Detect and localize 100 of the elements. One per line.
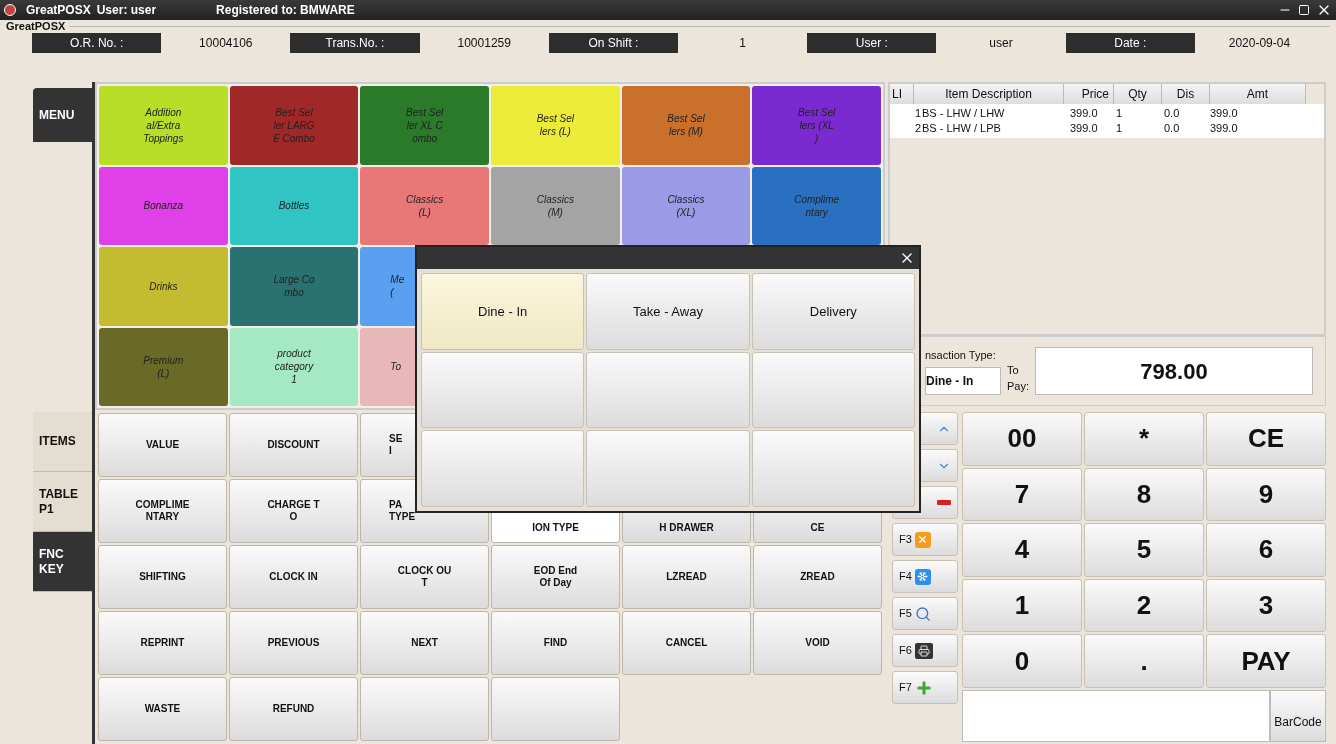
info-value: 2020-09-04 [1227, 35, 1292, 52]
column-header: LI [890, 84, 914, 104]
function-key[interactable]: LZREAD [622, 545, 751, 609]
table-cell-text: 0.0 [1163, 106, 1181, 122]
info-label: User : [807, 33, 937, 53]
table-cell-text: 0.0 [1163, 121, 1181, 137]
table-cell-text: 1 [913, 106, 922, 122]
keypad-key[interactable]: 00 [962, 412, 1082, 466]
function-key[interactable]: COMPLIME NTARY [98, 479, 227, 543]
function-key[interactable]: CHARGE T O [229, 479, 358, 543]
snowflake-icon [914, 568, 931, 585]
table-cell-text: 2 [913, 121, 922, 137]
keypad-key[interactable]: 5 [1084, 523, 1204, 577]
side-tab[interactable]: ITEMS [33, 412, 92, 472]
transaction-type-field: Dine - In [925, 366, 1001, 395]
info-value: user [988, 35, 1014, 52]
function-shortcut-button[interactable]: F3 [892, 523, 958, 556]
side-tab[interactable]: TABLE P1 [33, 472, 92, 532]
function-key[interactable]: EOD End Of Day [491, 545, 620, 609]
keypad-key[interactable]: 8 [1084, 467, 1204, 522]
category-button[interactable]: Classics (M) [491, 166, 620, 245]
total-display: 798.00 [1035, 347, 1313, 395]
column-header: Qty [1114, 84, 1162, 104]
function-key[interactable] [491, 677, 620, 741]
minus-icon [937, 500, 951, 505]
keypad-key[interactable]: * [1084, 412, 1204, 466]
category-button[interactable]: Bonanza [99, 166, 228, 245]
category-button[interactable]: Classics (L) [360, 166, 489, 245]
function-shortcut-button[interactable]: F5 [892, 597, 958, 630]
keypad-key[interactable]: 6 [1206, 523, 1326, 577]
keypad-key[interactable]: 9 [1206, 467, 1326, 522]
category-button[interactable]: product category 1 [229, 327, 359, 406]
category-button[interactable]: Drinks [99, 247, 228, 326]
order-type-option[interactable] [421, 430, 585, 507]
function-key[interactable]: DISCOUNT [229, 413, 358, 477]
order-type-option[interactable]: Take - Away [586, 273, 750, 350]
table-cell-text: 1 [1115, 121, 1124, 137]
keypad-key[interactable]: 0 [962, 634, 1082, 688]
info-value: 10001259 [456, 35, 512, 52]
table-cell-text: BS - LHW / LHW [922, 106, 1006, 122]
info-value: 10004106 [198, 35, 254, 52]
info-value: 1 [738, 35, 747, 52]
side-tab[interactable]: MENU [33, 88, 92, 142]
category-button[interactable]: Best Sel lers (L) [491, 86, 620, 165]
function-key[interactable]: REFUND [229, 677, 358, 741]
order-type-option[interactable]: Delivery [751, 273, 915, 350]
transaction-type-label: nsaction Type: [925, 348, 997, 364]
keypad-key[interactable]: 4 [962, 523, 1082, 577]
function-key[interactable]: PREVIOUS [229, 611, 358, 675]
order-type-option[interactable]: Dine - In [421, 273, 585, 350]
keypad-key[interactable]: 2 [1084, 578, 1204, 633]
search-icon [914, 605, 931, 622]
info-label: Date : [1065, 33, 1195, 53]
window-title: GreatPOSX [26, 2, 91, 19]
order-type-option[interactable] [421, 351, 585, 429]
keypad-key[interactable]: PAY [1206, 634, 1326, 688]
column-header: Amt [1210, 84, 1306, 104]
to-pay-label: To Pay: [1007, 363, 1029, 394]
registration-text: Registered to: BMWARE [216, 2, 355, 19]
table-cell-text: 399.0 [1069, 121, 1099, 137]
order-type-option[interactable] [586, 430, 750, 507]
barcode-button[interactable]: BarCode [1270, 690, 1326, 742]
category-button[interactable]: Bottles [229, 166, 359, 245]
cancel-icon [914, 531, 931, 548]
function-key[interactable]: CLOCK IN [229, 545, 358, 609]
function-key[interactable]: ZREAD [753, 545, 882, 609]
table-cell-text: 399.0 [1210, 121, 1239, 137]
function-key[interactable]: VALUE [98, 413, 227, 477]
function-shortcut-button[interactable]: F4 [892, 560, 958, 593]
column-header: Price [1064, 84, 1114, 104]
table-cell-text: 399.0 [1210, 106, 1239, 122]
function-shortcut-button[interactable]: F7 [892, 671, 958, 704]
table-cell-text: 399.0 [1069, 106, 1099, 122]
group-label: GreatPOSX [6, 20, 66, 32]
keypad-key[interactable]: . [1084, 634, 1204, 688]
maximize-icon[interactable] [1298, 4, 1310, 16]
keypad-key[interactable]: 7 [962, 467, 1082, 522]
order-type-option[interactable] [586, 351, 750, 429]
function-key[interactable]: CLOCK OU T [360, 545, 489, 609]
keypad-key[interactable]: 3 [1206, 578, 1326, 633]
info-label: O.R. No. : [32, 33, 162, 53]
plus-icon [914, 678, 933, 697]
category-button[interactable]: Best Sel lers (M) [621, 86, 751, 165]
function-key[interactable]: WASTE [98, 677, 227, 741]
keypad-key[interactable]: CE [1206, 412, 1326, 466]
function-shortcut-button[interactable]: F6 [892, 634, 958, 667]
barcode-field[interactable] [962, 690, 1270, 742]
side-tab[interactable]: FNC KEY [33, 532, 92, 592]
keypad-key[interactable]: 1 [962, 578, 1082, 633]
function-key[interactable] [360, 677, 489, 741]
function-key[interactable]: SHIFTING [98, 545, 227, 609]
category-button[interactable]: Addition al/Extra Toppings [99, 86, 228, 165]
function-key[interactable]: NEXT [360, 611, 489, 675]
function-key[interactable]: CANCEL [622, 611, 751, 675]
function-key[interactable]: VOID [753, 611, 882, 675]
function-key[interactable]: FIND [491, 611, 620, 675]
info-label: Trans.No. : [290, 33, 420, 53]
function-key[interactable]: REPRINT [98, 611, 227, 675]
app-icon [4, 4, 16, 16]
category-button[interactable]: Classics (XL) [621, 166, 751, 245]
